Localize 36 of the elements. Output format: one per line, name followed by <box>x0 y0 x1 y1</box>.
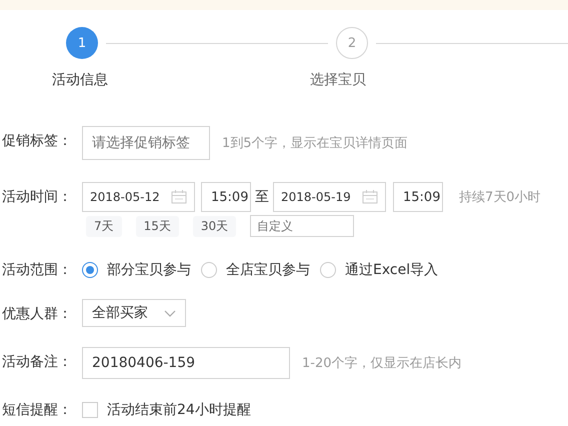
checkbox-label[interactable]: 活动结束前24小时提醒 <box>107 401 251 419</box>
time-field[interactable]: 15:09 <box>393 182 443 212</box>
duration-chip[interactable]: 30天 <box>192 216 236 236</box>
radio-label[interactable]: 通过Excel导入 <box>345 261 438 279</box>
audience-select[interactable]: 全部买家 <box>82 299 186 327</box>
radio-button[interactable] <box>82 262 98 278</box>
radio-button[interactable] <box>320 262 336 278</box>
hint-text: 1到5个字，显示在宝贝详情页面 <box>222 135 408 152</box>
field-label: 活动备注： <box>1 353 73 372</box>
custom-duration-field[interactable]: 自定义 <box>250 215 354 237</box>
step-circle: 1 <box>66 27 98 59</box>
checkbox[interactable] <box>82 402 98 418</box>
note-field[interactable]: 20180406-159 <box>82 347 290 379</box>
step-circle: 2 <box>336 27 368 59</box>
hint-text: 持续7天0小时 <box>459 189 541 206</box>
radio-button[interactable] <box>201 262 217 278</box>
duration-chip[interactable]: 7天 <box>86 216 122 236</box>
field-label: 促销标签： <box>1 132 73 151</box>
duration-chip[interactable]: 15天 <box>136 216 179 236</box>
step-label: 选择宝贝 <box>310 72 366 88</box>
radio-label[interactable]: 部分宝贝参与 <box>107 261 191 279</box>
field-label: 优惠人群： <box>1 305 73 324</box>
hint-text: 1-20个字，仅显示在店长内 <box>302 355 462 372</box>
date-field[interactable]: 2018-05-12 <box>82 182 195 212</box>
field-label: 活动范围： <box>1 261 73 280</box>
step-label: 活动信息 <box>52 72 108 88</box>
chevron-down-icon <box>164 310 176 316</box>
radio-label[interactable]: 全店宝贝参与 <box>226 261 310 279</box>
time-field[interactable]: 15:09 <box>201 182 251 212</box>
date-field[interactable]: 2018-05-19 <box>273 182 386 212</box>
tag-field[interactable]: 请选择促销标签 <box>82 126 210 160</box>
range-separator: 至 <box>255 188 269 206</box>
calendar-icon <box>362 190 378 204</box>
field-label: 短信提醒： <box>1 401 73 420</box>
field-label: 活动时间： <box>1 188 73 207</box>
calendar-icon <box>171 190 187 204</box>
